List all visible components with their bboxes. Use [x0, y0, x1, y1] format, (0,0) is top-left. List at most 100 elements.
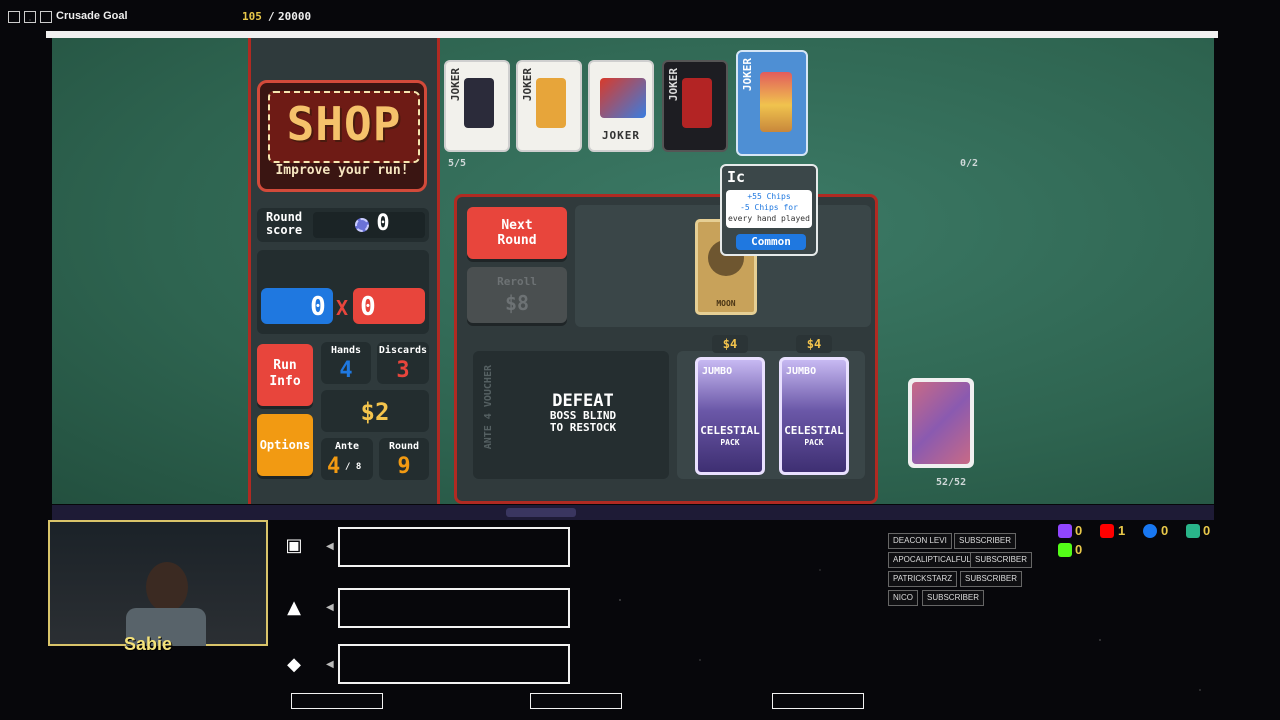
- joker-tooltip: Ic +55 Chips -5 Chips for every hand pla…: [720, 164, 818, 256]
- round-score-value: 0: [376, 211, 390, 236]
- joker-card[interactable]: JOKER: [516, 60, 582, 152]
- shop-sign: SHOP Improve your run!: [257, 80, 427, 192]
- goal-separator: /: [268, 10, 275, 23]
- tooltip-line-3: every hand played: [728, 214, 810, 223]
- overlay-bar: [291, 693, 383, 709]
- joker-count: 5/5: [448, 158, 467, 169]
- voucher-msg-1: DEFEAT: [552, 391, 614, 411]
- subscriber-name: NICO: [888, 590, 918, 606]
- subscriber-name: DEACON LEVI: [888, 533, 952, 549]
- taskbar: [52, 505, 1214, 520]
- taskbar-search[interactable]: [506, 508, 576, 517]
- options-button[interactable]: Options: [257, 414, 313, 476]
- kick-icon: [1058, 543, 1072, 557]
- discards-value: 3: [396, 358, 410, 383]
- ante-value: 4: [327, 454, 341, 479]
- joker-art: [536, 78, 566, 128]
- ante-label: Ante: [334, 441, 360, 452]
- money-value: $2: [360, 398, 390, 426]
- subscriber-tag: SUBSCRIBER: [922, 590, 985, 606]
- deck[interactable]: [908, 378, 974, 468]
- game-window-titlebar[interactable]: [46, 31, 1218, 38]
- facebook-count: 0: [1161, 523, 1169, 538]
- tooltip-line-2: -5 Chips for: [740, 203, 798, 212]
- round-score-label: Round score: [265, 210, 303, 237]
- round-score-panel: Round score 0: [257, 208, 429, 242]
- discards-panel: Discards 3: [377, 342, 429, 384]
- shop-sidebar: SHOP Improve your run! Round score 0 0 X…: [248, 38, 440, 504]
- voucher-area: ANTE 4 VOUCHER DEFEAT BOSS BLIND TO REST…: [473, 351, 669, 479]
- streamer-avatar: [146, 562, 188, 612]
- hands-label: Hands: [330, 345, 362, 356]
- hands-panel: Hands 4: [321, 342, 371, 384]
- tooltip-line-1: +55 Chips: [747, 192, 791, 201]
- pack-price: $4: [712, 335, 748, 353]
- joker-card[interactable]: JOKER: [444, 60, 510, 152]
- overlay-bar: [772, 693, 864, 709]
- joker-art: [682, 78, 712, 128]
- webcam-frame: Sabie: [48, 520, 268, 654]
- twitch-icon: [1058, 524, 1072, 538]
- window-icon: [24, 11, 36, 23]
- pack-price: $4: [796, 335, 832, 353]
- youtube-count: 1: [1118, 523, 1126, 538]
- other-social-icon: [1186, 524, 1200, 538]
- facebook-icon: [1143, 524, 1157, 538]
- goal-current: 105: [242, 10, 262, 23]
- ante-max: / 8: [345, 462, 362, 472]
- webcam-name: Sabie: [124, 634, 173, 654]
- mult-symbol: X: [335, 296, 349, 320]
- overlay-alert-box: [338, 527, 570, 567]
- diamond-icon: ◆: [287, 654, 301, 675]
- round-value: 9: [397, 454, 411, 479]
- round-panel: Round 9: [379, 438, 429, 480]
- stream-top-bar: Crusade Goal 105 / 20000: [0, 0, 1280, 34]
- window-icon: [40, 11, 52, 23]
- ante-panel: Ante 4 / 8: [321, 438, 373, 480]
- tooltip-rarity-badge: Common: [736, 234, 806, 250]
- next-round-button[interactable]: Next Round: [467, 207, 567, 259]
- shop-subtitle: Improve your run!: [275, 163, 409, 178]
- run-info-button[interactable]: Run Info: [257, 344, 313, 406]
- ice-cream-joker-card[interactable]: JOKER: [736, 50, 808, 156]
- joker-art: [760, 72, 792, 132]
- shop-title: SHOP: [286, 97, 402, 151]
- hands-value: 4: [339, 358, 353, 383]
- subscriber-name: APOCALIPTICALFUL: [888, 552, 976, 568]
- overlay-alert-box: [338, 644, 570, 684]
- deck-count: 52/52: [936, 477, 967, 488]
- joker-card[interactable]: JOKER: [588, 60, 654, 152]
- joker-art: [600, 78, 646, 118]
- ship-icon: ▲: [287, 597, 301, 618]
- subscriber-tag: SUBSCRIBER: [970, 552, 1033, 568]
- celestial-pack[interactable]: JUMBO CELESTIAL PACK: [779, 357, 849, 475]
- window-icon: [8, 11, 20, 23]
- game-icon: ▣: [285, 535, 303, 556]
- youtube-icon: [1100, 524, 1114, 538]
- joker-card[interactable]: JOKER: [662, 60, 728, 152]
- crusade-goal-title: Crusade Goal: [56, 10, 128, 22]
- mult-value: 0: [360, 292, 376, 322]
- overlay-bar: [530, 693, 622, 709]
- subscriber-name: PATRICKSTARZ: [888, 571, 958, 587]
- celestial-pack[interactable]: JUMBO CELESTIAL PACK: [695, 357, 765, 475]
- reroll-button[interactable]: Reroll $8: [467, 267, 567, 323]
- money-panel: $2: [321, 390, 429, 432]
- round-label: Round: [388, 441, 420, 452]
- subscriber-tag: SUBSCRIBER: [954, 533, 1017, 549]
- discards-label: Discards: [378, 345, 428, 356]
- hand-panel: 0 X 0: [257, 250, 429, 334]
- voucher-msg-3: TO RESTOCK: [549, 421, 617, 434]
- twitch-count: 0: [1075, 523, 1083, 538]
- overlay-alert-box: [338, 588, 570, 628]
- tooltip-title: Ic: [727, 168, 746, 186]
- kick-count: 0: [1075, 542, 1083, 557]
- consumable-count: 0/2: [960, 158, 979, 169]
- voucher-side-text: ANTE 4 VOUCHER: [483, 365, 494, 450]
- subscriber-tag: SUBSCRIBER: [960, 571, 1023, 587]
- other-social-count: 0: [1203, 523, 1211, 538]
- chips-value: 0: [310, 292, 326, 322]
- game-screen: SHOP Improve your run! Round score 0 0 X…: [52, 38, 1214, 504]
- deck-back: [912, 382, 970, 464]
- chip-icon: [355, 218, 369, 232]
